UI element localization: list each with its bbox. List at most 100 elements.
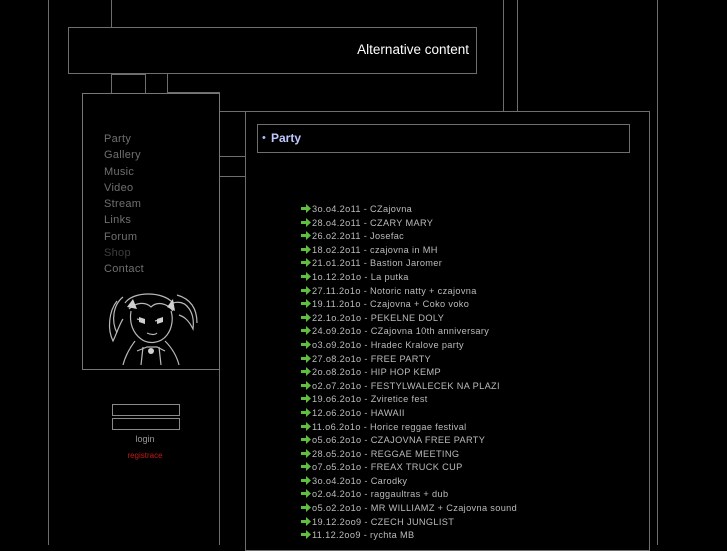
frame-line	[219, 156, 246, 157]
green-arrow-icon	[301, 448, 311, 458]
green-arrow-icon	[301, 244, 311, 254]
green-arrow-icon	[301, 271, 311, 281]
list-item[interactable]: 28.o4.2o11 - CZARY MARY	[301, 217, 517, 231]
frame-line	[111, 74, 146, 75]
list-item[interactable]: 11.o6.2o1o - Horice reggae festival	[301, 421, 517, 435]
green-arrow-icon	[301, 312, 311, 322]
frame-line	[48, 0, 49, 545]
event-label: 2o.o8.2o1o - HIP HOP KEMP	[312, 367, 441, 378]
frame-line	[111, 0, 112, 27]
list-item[interactable]: o5.o6.2o1o - CZAJOVNA FREE PARTY	[301, 434, 517, 448]
nav-item-party[interactable]: Party	[104, 131, 144, 147]
list-item[interactable]: o2.o7.2o1o - FESTYLWALECEK NA PLAZI	[301, 380, 517, 394]
event-label: 3o.o4.2o11 - CZajovna	[312, 204, 413, 214]
event-label: 27.11.2o1o - Notoric natty + czajovna	[312, 285, 477, 296]
event-label: 28.o4.2o11 - CZARY MARY	[312, 217, 434, 228]
list-item[interactable]: 3o.o4.2o11 - CZajovna	[301, 203, 517, 217]
event-label: 27.o8.2o1o - FREE PARTY	[312, 353, 432, 364]
mascot-girl-illustration	[108, 293, 198, 366]
frame-line	[657, 0, 658, 545]
green-arrow-icon	[301, 407, 311, 417]
section-title-box: • Party	[257, 124, 630, 153]
list-item[interactable]: 28.o5.2o1o - REGGAE MEETING	[301, 448, 517, 462]
frame-line	[145, 74, 146, 93]
green-arrow-icon	[301, 326, 311, 336]
nav-item-stream[interactable]: Stream	[104, 196, 144, 212]
login-link[interactable]: login	[112, 434, 178, 444]
green-arrow-icon	[301, 489, 311, 499]
event-label: 19.11.2o1o - Czajovna + Coko voko	[312, 299, 470, 310]
nav-item-shop[interactable]: Shop	[104, 245, 144, 261]
register-link[interactable]: registrace	[112, 451, 178, 460]
event-label: 19.12.2oo9 - CZECH JUNGLIST	[312, 516, 455, 527]
event-label: o7.o5.2o1o - FREAX TRUCK CUP	[312, 462, 463, 473]
frame-line	[517, 0, 518, 111]
event-label: 22.1o.2o1o - PEKELNE DOLY	[312, 312, 445, 323]
nav-item-gallery[interactable]: Gallery	[104, 147, 144, 163]
green-arrow-icon	[301, 353, 311, 363]
username-input[interactable]	[112, 404, 180, 416]
list-item[interactable]: 3o.o4.2o1o - Carodky	[301, 475, 517, 489]
event-label: o2.o7.2o1o - FESTYLWALECEK NA PLAZI	[312, 380, 500, 391]
event-label: o5.o6.2o1o - CZAJOVNA FREE PARTY	[312, 435, 486, 446]
frame-line	[503, 0, 504, 111]
list-item[interactable]: o5.o2.2o1o - MR WILLIAMZ + Czajovna soun…	[301, 502, 517, 516]
list-item[interactable]: 27.o8.2o1o - FREE PARTY	[301, 353, 517, 367]
event-label: 28.o5.2o1o - REGGAE MEETING	[312, 448, 460, 459]
green-arrow-icon	[301, 285, 311, 295]
password-input[interactable]	[112, 418, 180, 430]
sidebar-nav: Party Gallery Music Video Stream Links Forum Sh…	[82, 93, 220, 370]
list-item[interactable]: 21.o1.2o11 - Bastion Jaromer	[301, 257, 517, 271]
green-arrow-icon	[301, 258, 311, 268]
list-item[interactable]: 1o.12.2o1o - La putka	[301, 271, 517, 285]
list-item[interactable]: 12.o6.2o1o - HAWAII	[301, 407, 517, 421]
green-arrow-icon	[301, 367, 311, 377]
list-item[interactable]: 22.1o.2o1o - PEKELNE DOLY	[301, 312, 517, 326]
list-item[interactable]: 11.12.2oo9 - rychta MB	[301, 529, 517, 543]
nav-item-contact[interactable]: Contact	[104, 261, 144, 277]
event-label: 11.12.2oo9 - rychta MB	[312, 530, 415, 541]
green-arrow-icon	[301, 217, 311, 227]
green-arrow-icon	[301, 530, 311, 540]
list-item[interactable]: o7.o5.2o1o - FREAX TRUCK CUP	[301, 461, 517, 475]
frame-line	[111, 74, 112, 93]
nav-item-music[interactable]: Music	[104, 164, 144, 180]
list-item[interactable]: 2o.o8.2o1o - HIP HOP KEMP	[301, 366, 517, 380]
green-arrow-icon	[301, 421, 311, 431]
event-label: 1o.12.2o1o - La putka	[312, 271, 409, 282]
nav-item-video[interactable]: Video	[104, 180, 144, 196]
green-arrow-icon	[301, 380, 311, 390]
green-arrow-icon	[301, 204, 311, 213]
list-item[interactable]: 18.o2.2o11 - czajovna in MH	[301, 244, 517, 258]
green-arrow-icon	[301, 231, 311, 241]
event-label: o5.o2.2o1o - MR WILLIAMZ + Czajovna soun…	[312, 503, 518, 514]
list-item[interactable]: o3.o9.2o1o - Hradec Kralove party	[301, 339, 517, 353]
list-item[interactable]: o2.o4.2o1o - raggaultras + dub	[301, 488, 517, 502]
list-item[interactable]: 19.o6.2o1o - Zviretice fest	[301, 393, 517, 407]
green-arrow-icon	[301, 516, 311, 526]
nav-item-forum[interactable]: Forum	[104, 229, 144, 245]
frame-line	[167, 74, 168, 93]
event-label: 11.o6.2o1o - Horice reggae festival	[312, 421, 467, 432]
green-arrow-icon	[301, 462, 311, 472]
green-arrow-icon	[301, 339, 311, 349]
alternative-content-text: Alternative content	[357, 42, 469, 57]
green-arrow-icon	[301, 299, 311, 309]
list-item[interactable]: 26.o2.2o11 - Josefac	[301, 230, 517, 244]
list-item[interactable]: 27.11.2o1o - Notoric natty + czajovna	[301, 285, 517, 299]
event-label: 26.o2.2o11 - Josefac	[312, 231, 405, 242]
green-arrow-icon	[301, 394, 311, 404]
title-bullet: •	[262, 132, 266, 144]
frame-line	[220, 111, 246, 112]
alternative-content-box: Alternative content	[68, 27, 477, 74]
list-item[interactable]: 19.12.2oo9 - CZECH JUNGLIST	[301, 516, 517, 530]
page-title: Party	[271, 131, 302, 145]
event-label: 24.o9.2o1o - CZajovna 10th anniversary	[312, 326, 490, 337]
party-list: 3o.o4.2o11 - CZajovna 28.o4.2o11 - CZARY …	[301, 203, 517, 543]
event-label: o3.o9.2o1o - Hradec Kralove party	[312, 339, 464, 350]
event-label: 19.o6.2o1o - Zviretice fest	[312, 394, 428, 405]
list-item[interactable]: 24.o9.2o1o - CZajovna 10th anniversary	[301, 325, 517, 339]
nav-item-links[interactable]: Links	[104, 212, 144, 228]
green-arrow-icon	[301, 475, 311, 485]
list-item[interactable]: 19.11.2o1o - Czajovna + Coko voko	[301, 298, 517, 312]
